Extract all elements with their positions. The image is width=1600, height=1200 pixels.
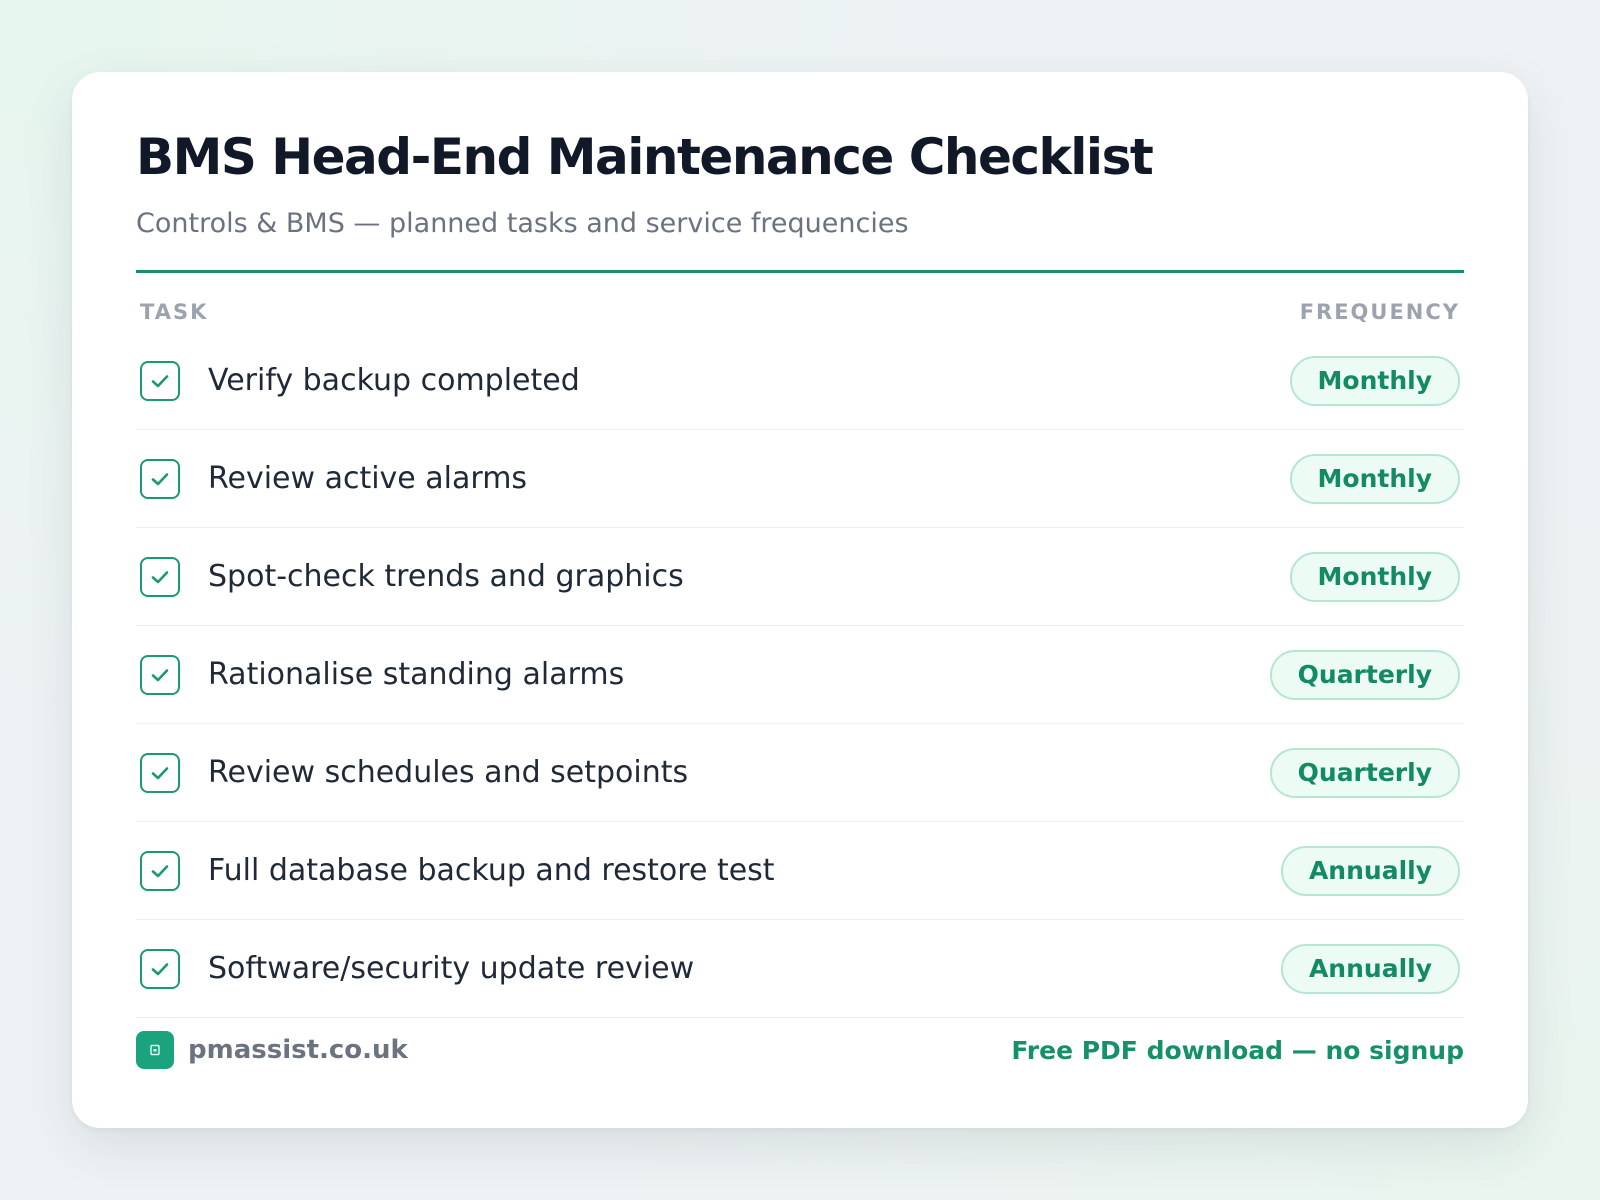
brand-name: pmassist.co.uk: [188, 1035, 408, 1065]
task-row: Verify backup completed Monthly: [136, 332, 1464, 430]
check-icon: [151, 570, 169, 583]
frequency-badge: Monthly: [1289, 551, 1460, 602]
task-checkbox[interactable]: [140, 458, 180, 499]
task-label: Verify backup completed: [208, 363, 580, 398]
column-header-task: TASK: [140, 300, 209, 324]
brand-link[interactable]: pmassist.co.uk: [136, 1031, 408, 1069]
frequency-badge: Quarterly: [1269, 649, 1460, 700]
task-label: Software/security update review: [208, 951, 695, 986]
task-label: Review active alarms: [208, 461, 528, 496]
task-checkbox[interactable]: [140, 752, 180, 793]
task-checkbox[interactable]: [140, 850, 180, 891]
check-icon: [151, 864, 169, 877]
task-label: Rationalise standing alarms: [208, 657, 625, 692]
frequency-badge: Annually: [1280, 943, 1460, 994]
page-title: BMS Head-End Maintenance Checklist: [136, 128, 1154, 186]
frequency-badge: Quarterly: [1269, 747, 1460, 798]
pdf-download-link[interactable]: Free PDF download — no signup: [1011, 1036, 1464, 1065]
card-footer: pmassist.co.uk Free PDF download — no si…: [136, 1030, 1464, 1070]
check-icon: [151, 766, 169, 779]
task-checkbox[interactable]: [140, 948, 180, 989]
header-divider: [136, 270, 1464, 273]
task-row: Rationalise standing alarms Quarterly: [136, 626, 1464, 724]
task-row: Full database backup and restore test An…: [136, 822, 1464, 920]
task-checkbox[interactable]: [140, 654, 180, 695]
frequency-badge: Monthly: [1289, 453, 1460, 504]
building-icon: [150, 1044, 160, 1056]
frequency-badge: Monthly: [1289, 355, 1460, 406]
task-label: Full database backup and restore test: [208, 853, 775, 888]
task-label: Review schedules and setpoints: [208, 755, 689, 790]
frequency-badge: Annually: [1280, 845, 1460, 896]
check-icon: [151, 472, 169, 485]
task-row: Software/security update review Annually: [136, 920, 1464, 1018]
task-row: Spot-check trends and graphics Monthly: [136, 528, 1464, 626]
check-icon: [151, 374, 169, 387]
task-label: Spot-check trends and graphics: [208, 559, 684, 594]
brand-logo: [136, 1031, 174, 1069]
task-row: Review schedules and setpoints Quarterly: [136, 724, 1464, 822]
task-checkbox[interactable]: [140, 556, 180, 597]
task-list: Verify backup completed Monthly Review a…: [136, 332, 1464, 1018]
check-icon: [151, 668, 169, 681]
check-icon: [151, 962, 169, 975]
checklist-card: BMS Head-End Maintenance Checklist Contr…: [72, 72, 1528, 1128]
page-subtitle: Controls & BMS — planned tasks and servi…: [136, 208, 909, 239]
task-row: Review active alarms Monthly: [136, 430, 1464, 528]
column-header-frequency: FREQUENCY: [1299, 300, 1460, 324]
task-checkbox[interactable]: [140, 360, 180, 401]
